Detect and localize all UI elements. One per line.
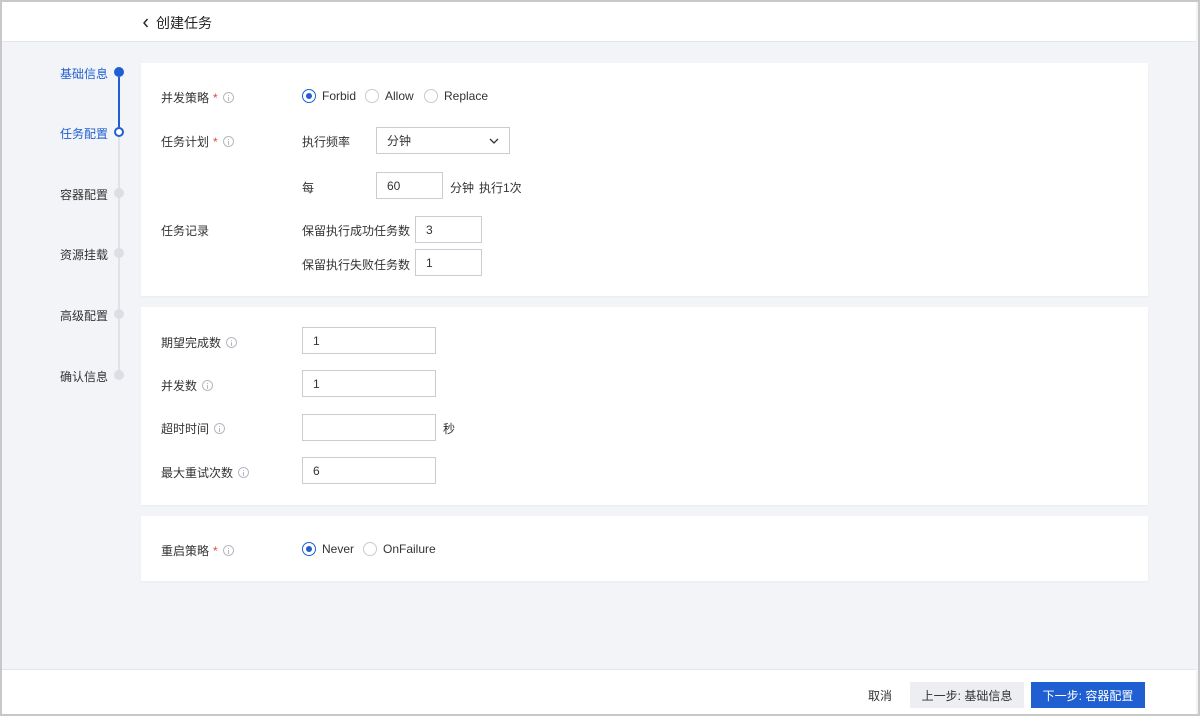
step-volume-mount[interactable]: 资源挂载 <box>60 246 120 263</box>
step-dot <box>114 248 124 258</box>
radio-label: OnFailure <box>383 542 436 556</box>
radio-never[interactable]: Never <box>302 542 354 556</box>
frequency-select-value: 分钟 <box>387 134 412 148</box>
footer-bar: 取消 上一步: 基础信息 下一步: 容器配置 <box>2 669 1196 714</box>
radio-label: Allow <box>385 89 414 103</box>
info-icon[interactable] <box>222 136 234 147</box>
radio-unchecked-icon <box>363 542 377 556</box>
task-plan-text: 任务计划 <box>161 135 210 149</box>
keep-failure-input[interactable] <box>415 249 482 276</box>
schedule-card: 并发策略 * Forbid Allow Replace 任务计划 * 执行频率 … <box>141 63 1148 296</box>
required-mark: * <box>213 134 218 149</box>
backoff-limit-text: 最大重试次数 <box>161 466 234 480</box>
page-header: 创建任务 <box>2 2 1196 42</box>
required-mark: * <box>213 543 218 558</box>
prev-step-button[interactable]: 上一步: 基础信息 <box>910 682 1024 708</box>
interval-unit: 分钟 <box>450 181 475 195</box>
step-dot <box>114 370 124 380</box>
task-plan-label: 任务计划 * <box>161 133 234 150</box>
info-icon[interactable] <box>214 423 226 434</box>
timeout-unit: 秒 <box>443 422 456 436</box>
step-dot-current <box>114 127 124 137</box>
concurrency-policy-text: 并发策略 <box>161 91 210 105</box>
step-dot <box>114 188 124 198</box>
restart-policy-text: 重启策略 <box>161 544 210 558</box>
back-button[interactable]: 创建任务 <box>140 13 212 33</box>
page-title: 创建任务 <box>156 15 212 31</box>
required-mark: * <box>213 90 218 105</box>
run-once-text: 执行1次 <box>479 181 522 195</box>
completions-label: 期望完成数 <box>161 334 238 351</box>
parallelism-input[interactable] <box>302 370 436 397</box>
chevron-down-icon <box>489 138 499 144</box>
chevron-left-icon <box>143 18 149 28</box>
parallelism-text: 并发数 <box>161 379 198 393</box>
every-label: 每 <box>302 181 315 195</box>
step-task-config[interactable]: 任务配置 <box>60 125 120 142</box>
frequency-select[interactable]: 分钟 <box>376 127 510 154</box>
info-icon[interactable] <box>202 380 214 391</box>
keep-failure-label: 保留执行失败任务数 <box>302 258 411 272</box>
radio-unchecked-icon <box>365 89 379 103</box>
radio-label: Replace <box>444 89 489 103</box>
radio-replace[interactable]: Replace <box>424 89 488 103</box>
completions-input[interactable] <box>302 327 436 354</box>
radio-label: Forbid <box>322 89 357 103</box>
step-basic-info[interactable]: 基础信息 <box>60 65 120 82</box>
task-records-label: 任务记录 <box>161 224 210 238</box>
radio-forbid[interactable]: Forbid <box>302 89 356 103</box>
info-icon[interactable] <box>222 545 234 556</box>
info-icon[interactable] <box>226 337 238 348</box>
radio-allow[interactable]: Allow <box>365 89 414 103</box>
restart-policy-card: 重启策略 * Never OnFailure <box>141 516 1148 581</box>
backoff-limit-label: 最大重试次数 <box>161 464 250 481</box>
radio-checked-icon <box>302 542 316 556</box>
radio-label: Never <box>322 542 355 556</box>
step-advanced-config[interactable]: 高级配置 <box>60 307 120 324</box>
completions-text: 期望完成数 <box>161 336 222 350</box>
step-dot-done <box>114 67 124 77</box>
parallelism-label: 并发数 <box>161 377 214 394</box>
timeout-text: 超时时间 <box>161 422 210 436</box>
keep-success-input[interactable] <box>415 216 482 243</box>
keep-success-label: 保留执行成功任务数 <box>302 224 411 238</box>
radio-unchecked-icon <box>424 89 438 103</box>
radio-onfailure[interactable]: OnFailure <box>363 542 436 556</box>
interval-input[interactable] <box>376 172 443 199</box>
radio-checked-icon <box>302 89 316 103</box>
step-dot <box>114 309 124 319</box>
timeout-label: 超时时间 <box>161 420 226 437</box>
step-container-config[interactable]: 容器配置 <box>60 186 120 203</box>
timeout-input[interactable] <box>302 414 436 441</box>
restart-policy-label: 重启策略 * <box>161 542 234 559</box>
job-settings-card: 期望完成数 并发数 超时时间 秒 最大重试次数 <box>141 307 1148 505</box>
cancel-button[interactable]: 取消 <box>854 682 906 708</box>
concurrency-policy-label: 并发策略 * <box>161 89 234 106</box>
step-progress-line <box>118 77 120 127</box>
frequency-label: 执行频率 <box>302 135 351 149</box>
backoff-limit-input[interactable] <box>302 457 436 484</box>
next-step-button[interactable]: 下一步: 容器配置 <box>1031 682 1145 708</box>
step-confirm[interactable]: 确认信息 <box>60 368 120 385</box>
info-icon[interactable] <box>238 467 250 478</box>
info-icon[interactable] <box>222 92 234 103</box>
